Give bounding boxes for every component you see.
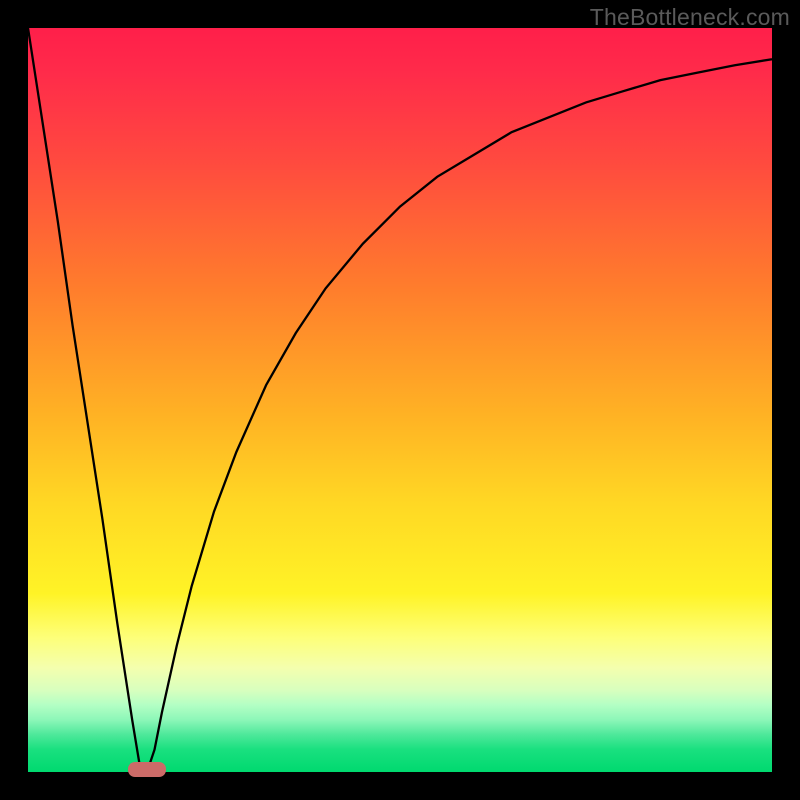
plot-area	[28, 28, 772, 772]
left-branch-curve	[28, 28, 147, 772]
watermark-text: TheBottleneck.com	[590, 4, 790, 31]
right-branch-curve	[147, 59, 772, 772]
curve-layer	[28, 28, 772, 772]
chart-frame: TheBottleneck.com	[0, 0, 800, 800]
target-marker	[128, 762, 165, 777]
